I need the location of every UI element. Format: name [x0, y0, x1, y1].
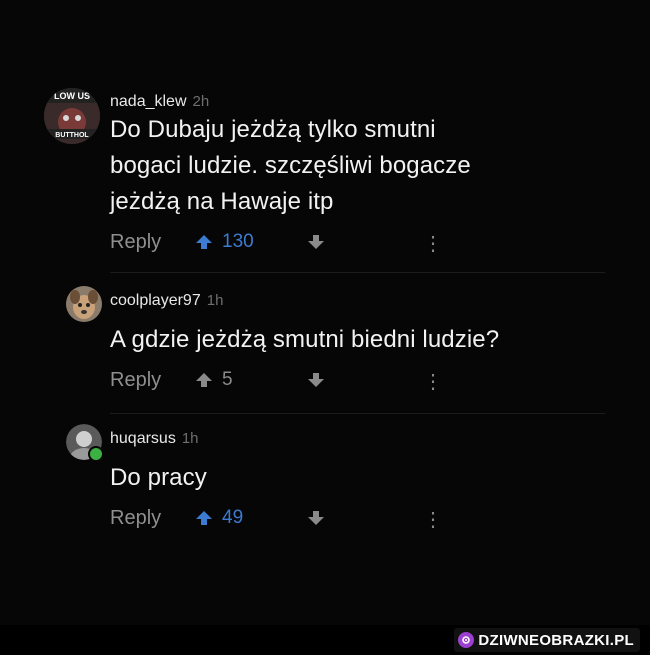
- comment-actions: Reply 5 ⋮: [110, 369, 443, 394]
- brand-logo-icon: [458, 632, 475, 648]
- watermark-text: DZIWNEOBRAZKI.PL: [478, 631, 634, 649]
- reply-button[interactable]: Reply: [110, 507, 161, 530]
- downvote-arrow-icon[interactable]: [307, 510, 325, 526]
- comment-body: A gdzie jeżdżą smutni biedni ludzie?: [110, 322, 499, 358]
- timestamp: 1h: [206, 292, 224, 309]
- avatar-caption-top: LOW US: [54, 91, 90, 101]
- online-status-icon: [88, 446, 104, 462]
- avatar[interactable]: [66, 424, 104, 462]
- divider: [110, 272, 605, 273]
- comment-actions: Reply 49 ⋮: [110, 507, 443, 532]
- more-options-icon[interactable]: ⋮: [423, 231, 443, 256]
- username[interactable]: huqarsus: [110, 430, 176, 447]
- upvote-arrow-icon[interactable]: [195, 510, 213, 526]
- comment-line: jeżdżą na Hawaje itp: [110, 188, 334, 215]
- upvote-arrow-icon[interactable]: [195, 234, 213, 250]
- username[interactable]: nada_klew: [110, 93, 187, 110]
- avatar[interactable]: LOW US BUTTHOL: [44, 88, 100, 144]
- downvote-arrow-icon[interactable]: [307, 234, 325, 250]
- comment-meta: huqarsus 1h: [110, 430, 199, 448]
- more-options-icon[interactable]: ⋮: [423, 507, 443, 532]
- comment-line: bogaci ludzie. szczęśliwi bogacze: [110, 152, 471, 179]
- comment-body: Do Dubaju jeżdżą tylko smutni bogaci lud…: [110, 112, 471, 220]
- divider: [110, 413, 605, 414]
- score: 5: [222, 369, 233, 390]
- comment-line: Do Dubaju jeżdżą tylko smutni: [110, 116, 436, 143]
- footer-bar: DZIWNEOBRAZKI.PL: [0, 625, 650, 655]
- upvote-arrow-icon[interactable]: [195, 372, 213, 388]
- avatar-caption-bottom: BUTTHOL: [55, 132, 89, 139]
- downvote-arrow-icon[interactable]: [307, 372, 325, 388]
- timestamp: 1h: [181, 430, 199, 447]
- score: 130: [222, 231, 254, 252]
- comment-body: Do pracy: [110, 460, 207, 496]
- comment-meta: nada_klew 2h: [110, 93, 209, 111]
- watermark: DZIWNEOBRAZKI.PL: [454, 628, 640, 652]
- timestamp: 2h: [192, 93, 210, 110]
- comment-thread: LOW US BUTTHOL nada_klew 2h Do Dubaju jeż…: [0, 0, 650, 625]
- username[interactable]: coolplayer97: [110, 292, 201, 309]
- avatar[interactable]: [66, 286, 102, 322]
- comment-line: Do pracy: [110, 464, 207, 491]
- score: 49: [222, 507, 244, 528]
- more-options-icon[interactable]: ⋮: [423, 369, 443, 394]
- reply-button[interactable]: Reply: [110, 231, 161, 254]
- reply-button[interactable]: Reply: [110, 369, 161, 392]
- comment-line: A gdzie jeżdżą smutni biedni ludzie?: [110, 326, 500, 353]
- comment-actions: Reply 130 ⋮: [110, 231, 443, 256]
- comment-meta: coolplayer97 1h: [110, 292, 223, 310]
